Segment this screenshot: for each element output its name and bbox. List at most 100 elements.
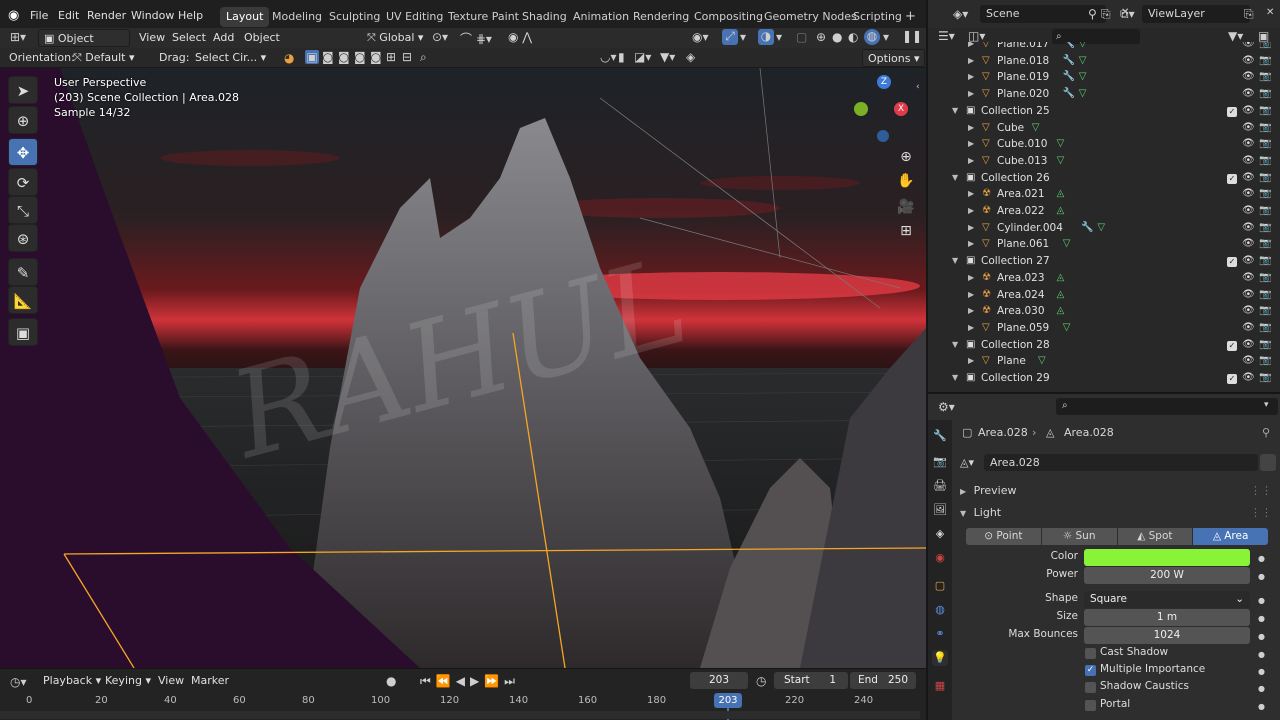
render-camera-icon[interactable]: 📷	[1259, 370, 1271, 387]
expand-arrow-icon[interactable]: ▼	[952, 253, 958, 270]
light-type-area[interactable]: ◬ Area	[1192, 528, 1268, 545]
collapse-arrow-icon[interactable]: ▶	[968, 42, 974, 53]
eye-icon[interactable]: 👁	[1242, 69, 1255, 86]
outliner-collection-row[interactable]: ▼ ▣ Collection 25 ✓ 👁 📷	[928, 103, 1280, 120]
menu-select[interactable]: Select	[167, 29, 211, 47]
eye-icon[interactable]: 👁	[1242, 270, 1255, 287]
collapse-arrow-icon[interactable]: ▶	[968, 236, 974, 253]
outliner-object-row[interactable]: ▶ ▽ Plane.017 🔧 ▽ 👁 📷	[928, 42, 1280, 53]
collapse-arrow-icon[interactable]: ▶	[968, 303, 974, 320]
outliner-object-row[interactable]: ▶ ▽ Plane.019 🔧 ▽ 👁 📷	[928, 69, 1280, 86]
render-camera-icon[interactable]: 📷	[1259, 53, 1271, 70]
gizmo-x-axis[interactable]: X	[894, 102, 908, 116]
outliner-object-row[interactable]: ▶ ▽ Plane.018 🔧 ▽ 👁 📷	[928, 53, 1280, 70]
render-camera-icon[interactable]: 📷	[1259, 42, 1271, 53]
menu-object[interactable]: Object	[239, 29, 285, 47]
timeline-scrollbar[interactable]	[0, 711, 920, 719]
eye-icon[interactable]: 👁	[1242, 337, 1255, 354]
view-layer-tab-icon[interactable]: 🖼	[932, 502, 948, 518]
render-camera-icon[interactable]: 📷	[1259, 103, 1271, 120]
menu-playback[interactable]: Playback ▾	[38, 672, 106, 690]
pivot-icon[interactable]: ⊙▾	[432, 30, 448, 44]
search-icon[interactable]: ⌕	[420, 50, 427, 65]
light-data-icon[interactable]: ◬	[1057, 270, 1065, 287]
modifier-icon[interactable]: 🔧	[1063, 53, 1075, 70]
scene-tab-icon[interactable]: ◈	[932, 526, 948, 542]
tab-compositing[interactable]: Compositing	[688, 7, 769, 27]
snap-icon[interactable]: ⌒ ⋕▾	[460, 30, 492, 47]
scene-icon[interactable]: ◈▾	[953, 7, 968, 21]
move-tool-button[interactable]: ✥	[8, 138, 38, 166]
scale-tool-button[interactable]: ⤡	[8, 196, 38, 224]
color-swatch[interactable]	[1084, 549, 1250, 566]
eye-icon[interactable]: 👁	[1242, 170, 1255, 187]
keyframe-dot-icon[interactable]: ●	[1258, 572, 1265, 581]
render-camera-icon[interactable]: 📷	[1259, 253, 1271, 270]
outliner-object-row[interactable]: ▶ ▽ Cube.010 ▽ 👁 📷	[928, 136, 1280, 153]
light-data-icon[interactable]: ◬	[1057, 203, 1065, 220]
collapse-arrow-icon[interactable]: ▶	[968, 353, 974, 370]
select-mode-invert-icon[interactable]: ◙	[354, 50, 366, 64]
collapse-arrow-icon[interactable]: ▶	[968, 220, 974, 237]
render-camera-icon[interactable]: 📷	[1259, 303, 1271, 320]
menu-keying[interactable]: Keying ▾	[100, 672, 156, 690]
xray-icon[interactable]: ▢	[796, 30, 807, 44]
overlay-menu-icon[interactable]: ▾	[776, 30, 782, 44]
keyframe-dot-icon[interactable]: ●	[1258, 667, 1265, 676]
outliner-collection-row[interactable]: ▼ ▣ Collection 29 ✓ 👁 📷	[928, 370, 1280, 387]
eye-icon[interactable]: 👁	[1242, 42, 1255, 53]
portal-checkbox[interactable]	[1085, 700, 1096, 711]
menu-edit[interactable]: Edit	[58, 9, 79, 22]
outliner-collection-row[interactable]: ▼ ▣ Collection 28 ✓ 👁 📷	[928, 337, 1280, 354]
properties-menu-icon[interactable]: ▾	[1264, 400, 1269, 410]
collapse-arrow-icon[interactable]: ▶	[968, 153, 974, 170]
eye-icon[interactable]: 👁	[1242, 320, 1255, 337]
tab-rendering[interactable]: Rendering	[627, 7, 695, 27]
render-camera-icon[interactable]: 📷	[1259, 320, 1271, 337]
eye-icon[interactable]: 👁	[1242, 136, 1255, 153]
material-shading-icon[interactable]: ◐	[848, 30, 858, 44]
eye-icon[interactable]: 👁	[1242, 303, 1255, 320]
record-icon[interactable]: ●	[386, 674, 396, 688]
menu-help[interactable]: Help	[178, 9, 203, 22]
view-layer-icon[interactable]: ⧉▾	[1120, 7, 1135, 22]
menu-timeline-view[interactable]: View	[153, 672, 189, 690]
modifier-icon[interactable]: 🔧	[1063, 42, 1075, 53]
light-data-icon[interactable]: ◬	[1057, 303, 1065, 320]
tab-texture-paint[interactable]: Texture Paint	[442, 7, 525, 27]
eye-icon[interactable]: 👁	[1242, 220, 1255, 237]
tab-uv-editing[interactable]: UV Editing	[380, 7, 449, 27]
proportional-edit-icon[interactable]: ◉ ⋀	[508, 30, 532, 44]
outliner-object-row[interactable]: ▶ ▽ Cube ▽ 👁 📷	[928, 120, 1280, 137]
render-camera-icon[interactable]: 📷	[1259, 120, 1271, 137]
collection-include-checkbox[interactable]: ✓	[1227, 257, 1237, 268]
power-field[interactable]: 200 W	[1084, 567, 1250, 584]
modifier-icon[interactable]: 🔧	[1063, 86, 1075, 103]
collection-include-checkbox[interactable]: ✓	[1227, 340, 1237, 351]
mesh-data-icon[interactable]: ▽	[1097, 220, 1105, 237]
outliner-object-row[interactable]: ▶ ▽ Plane.061 ▽ 👁 📷	[928, 236, 1280, 253]
light-type-point[interactable]: ⊙ Point	[966, 528, 1041, 545]
outliner-filter-mode-icon[interactable]: ◫▾	[968, 29, 985, 43]
keyframe-dot-icon[interactable]: ●	[1258, 702, 1265, 711]
menu-render[interactable]: Render	[87, 9, 126, 22]
rotate-tool-button[interactable]: ⟳	[8, 168, 38, 196]
blender-logo-icon[interactable]: ◉	[8, 8, 19, 23]
outliner-collection-row[interactable]: ▼ ▣ Collection 27 ✓ 👁 📷	[928, 253, 1280, 270]
camera-view-icon[interactable]: 🎥	[895, 196, 917, 218]
new-collection-icon[interactable]: ▣	[1258, 29, 1269, 43]
breadcrumb-data[interactable]: Area.028	[1064, 426, 1114, 439]
shape-select[interactable]: Square ⌄	[1084, 591, 1250, 608]
collapse-arrow-icon[interactable]: ▶	[968, 53, 974, 70]
keyframe-dot-icon[interactable]: ●	[1258, 650, 1265, 659]
pan-hand-icon[interactable]: ✋	[895, 170, 917, 192]
render-camera-icon[interactable]: 📷	[1259, 136, 1271, 153]
collapse-arrow-icon[interactable]: ▶	[968, 270, 974, 287]
output-tab-icon[interactable]: 🖨	[932, 478, 948, 494]
menu-view[interactable]: View	[134, 29, 170, 47]
mesh-data-icon[interactable]: ▽	[1063, 236, 1071, 253]
texture-tab-icon[interactable]: ▦	[932, 678, 948, 694]
mesh-data-icon[interactable]: ▽	[1057, 153, 1065, 170]
current-frame-field[interactable]: 203	[690, 672, 748, 689]
pin-icon[interactable]: ⚲	[1262, 426, 1270, 439]
